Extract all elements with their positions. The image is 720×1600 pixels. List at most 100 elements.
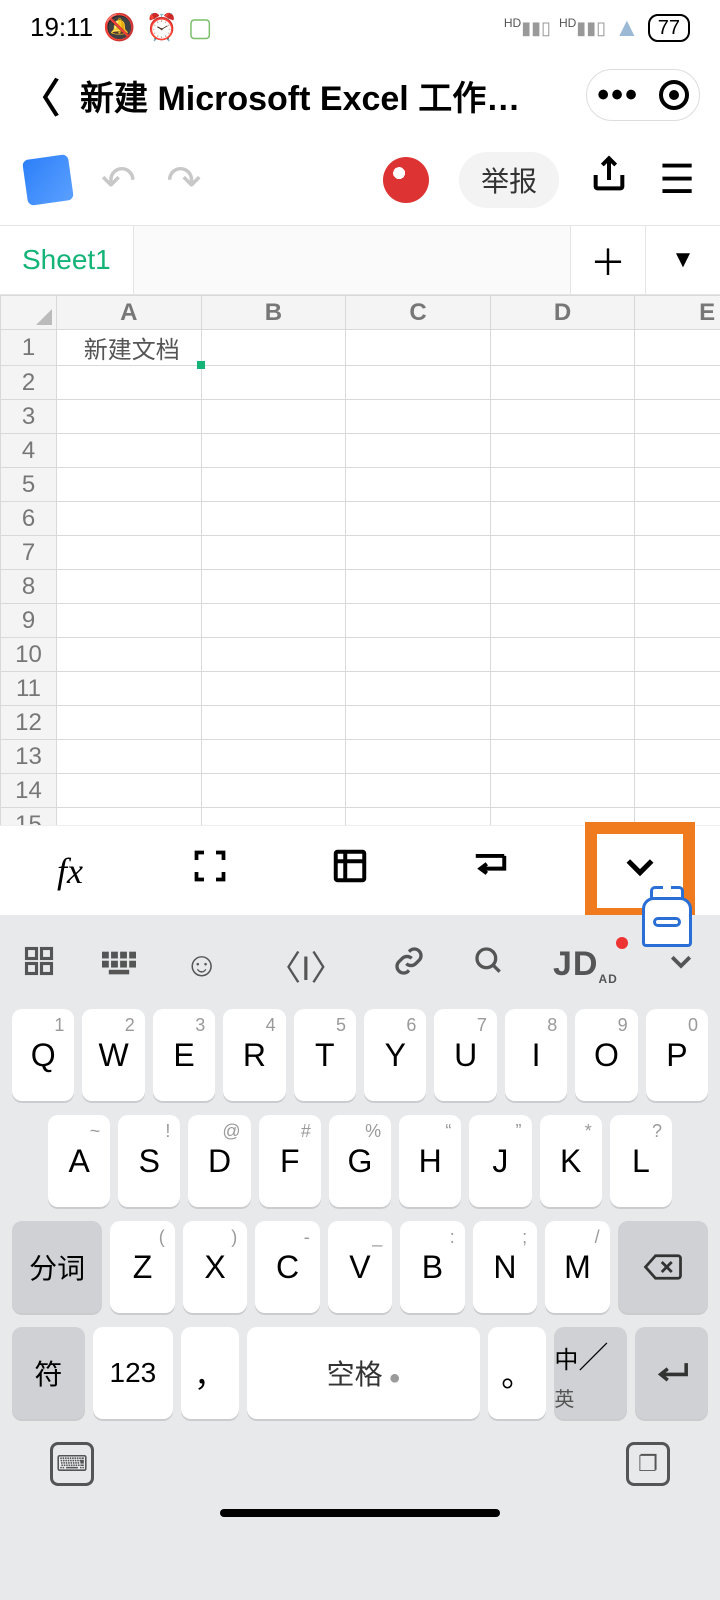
row-header[interactable]: 11: [1, 672, 57, 706]
key-E[interactable]: E3: [153, 1009, 215, 1101]
clipboard-link-icon[interactable]: [393, 945, 425, 986]
app-toolbar: ↶ ↷ 举报 ☰: [0, 135, 720, 225]
cell[interactable]: [635, 330, 720, 366]
search-icon[interactable]: [473, 945, 505, 986]
cursor-mode-icon[interactable]: 〈I〉: [267, 941, 344, 990]
row-header[interactable]: 8: [1, 570, 57, 604]
backspace-key[interactable]: [618, 1221, 708, 1313]
row-header[interactable]: 3: [1, 400, 57, 434]
cell-A1[interactable]: 新建文档: [57, 330, 202, 366]
sheet-tab-area[interactable]: [134, 226, 570, 294]
key-X[interactable]: X): [183, 1221, 247, 1313]
select-all-corner[interactable]: [1, 296, 57, 330]
key-L[interactable]: L?: [610, 1115, 672, 1207]
app-logo-icon[interactable]: [22, 154, 74, 206]
spreadsheet-grid[interactable]: A B C D E 1新建文档 2 3 4 5 6 7 8 9 10 11 12…: [0, 295, 720, 825]
key-V[interactable]: V_: [328, 1221, 392, 1313]
period-key[interactable]: 。: [488, 1327, 546, 1419]
row-header[interactable]: 13: [1, 740, 57, 774]
keyboard: ☺ 〈I〉 JDAD Q1W2E3R4T5Y6U7I8O9P0 A~S!D@F#…: [0, 915, 720, 1600]
col-header[interactable]: E: [635, 296, 720, 330]
jd-button[interactable]: JDAD: [553, 945, 618, 986]
system-nav-bar: ⌨ ❐: [0, 1419, 720, 1509]
col-header[interactable]: B: [201, 296, 346, 330]
back-icon[interactable]: 〈: [20, 66, 60, 124]
row-header[interactable]: 15: [1, 808, 57, 826]
key-K[interactable]: K*: [540, 1115, 602, 1207]
key-C[interactable]: C-: [255, 1221, 319, 1313]
row-header[interactable]: 1: [1, 330, 57, 366]
sheet-tab-active[interactable]: Sheet1: [0, 226, 134, 294]
newline-icon[interactable]: [445, 850, 535, 892]
key-A[interactable]: A~: [48, 1115, 110, 1207]
sheet-dropdown-icon[interactable]: ▼: [645, 226, 720, 294]
close-capsule-icon[interactable]: [659, 80, 689, 110]
numbers-key[interactable]: 123: [93, 1327, 173, 1419]
key-W[interactable]: W2: [82, 1009, 144, 1101]
row-header[interactable]: 10: [1, 638, 57, 672]
key-M[interactable]: M/: [545, 1221, 609, 1313]
formula-icon[interactable]: fx: [25, 850, 115, 892]
key-I[interactable]: I8: [505, 1009, 567, 1101]
keyboard-switch-icon[interactable]: ⌨: [50, 1442, 94, 1486]
key-G[interactable]: G%: [329, 1115, 391, 1207]
row-header[interactable]: 7: [1, 536, 57, 570]
col-header[interactable]: A: [57, 296, 202, 330]
key-O[interactable]: O9: [575, 1009, 637, 1101]
image-icon[interactable]: [305, 847, 395, 894]
report-button[interactable]: 举报: [459, 152, 559, 208]
key-D[interactable]: D@: [188, 1115, 250, 1207]
row-header[interactable]: 5: [1, 468, 57, 502]
key-J[interactable]: J”: [469, 1115, 531, 1207]
row-header[interactable]: 12: [1, 706, 57, 740]
row-header[interactable]: 9: [1, 604, 57, 638]
home-indicator[interactable]: [220, 1509, 500, 1517]
segment-key[interactable]: 分词: [12, 1221, 102, 1313]
key-Q[interactable]: Q1: [12, 1009, 74, 1101]
row-header[interactable]: 4: [1, 434, 57, 468]
cell-toolbar: fx: [0, 825, 720, 915]
share-icon[interactable]: [589, 155, 629, 205]
keyboard-toolbar: ☺ 〈I〉 JDAD: [0, 915, 720, 995]
hamburger-menu-icon[interactable]: ☰: [659, 157, 695, 203]
enter-key[interactable]: [635, 1327, 708, 1419]
cell[interactable]: [57, 366, 202, 400]
clipboard-icon[interactable]: ❐: [626, 1442, 670, 1486]
row-header[interactable]: 2: [1, 366, 57, 400]
redo-icon[interactable]: ↷: [166, 156, 201, 205]
key-Y[interactable]: Y6: [364, 1009, 426, 1101]
fullscreen-icon[interactable]: [165, 848, 255, 893]
kbd-layout-icon[interactable]: [102, 946, 136, 985]
cell[interactable]: [201, 330, 346, 366]
col-header[interactable]: C: [346, 296, 491, 330]
avatar-icon[interactable]: [383, 157, 429, 203]
more-icon[interactable]: •••: [597, 76, 639, 115]
key-T[interactable]: T5: [294, 1009, 356, 1101]
key-Z[interactable]: Z(: [110, 1221, 174, 1313]
language-toggle-key[interactable]: 中／英: [554, 1327, 627, 1419]
cell[interactable]: [346, 330, 491, 366]
ai-assistant-icon[interactable]: [642, 897, 692, 947]
comma-key[interactable]: ，: [181, 1327, 239, 1419]
key-U[interactable]: U7: [434, 1009, 496, 1101]
cell[interactable]: [490, 330, 635, 366]
key-R[interactable]: R4: [223, 1009, 285, 1101]
symbols-key[interactable]: 符: [12, 1327, 85, 1419]
kbd-grid-icon[interactable]: [24, 946, 54, 985]
key-S[interactable]: S!: [118, 1115, 180, 1207]
key-B[interactable]: B:: [400, 1221, 464, 1313]
key-N[interactable]: N;: [473, 1221, 537, 1313]
undo-icon[interactable]: ↶: [101, 156, 136, 205]
add-sheet-button[interactable]: ＋: [570, 226, 645, 294]
emoji-icon[interactable]: ☺: [184, 946, 219, 985]
key-P[interactable]: P0: [646, 1009, 708, 1101]
key-F[interactable]: F#: [259, 1115, 321, 1207]
key-H[interactable]: H“: [399, 1115, 461, 1207]
row-header[interactable]: 14: [1, 774, 57, 808]
document-title[interactable]: 新建 Microsoft Excel 工作…: [80, 71, 566, 120]
col-header[interactable]: D: [490, 296, 635, 330]
kbd-collapse-icon[interactable]: [666, 946, 696, 985]
status-time: 19:11: [30, 12, 93, 43]
space-key[interactable]: 空格●: [247, 1327, 480, 1419]
row-header[interactable]: 6: [1, 502, 57, 536]
